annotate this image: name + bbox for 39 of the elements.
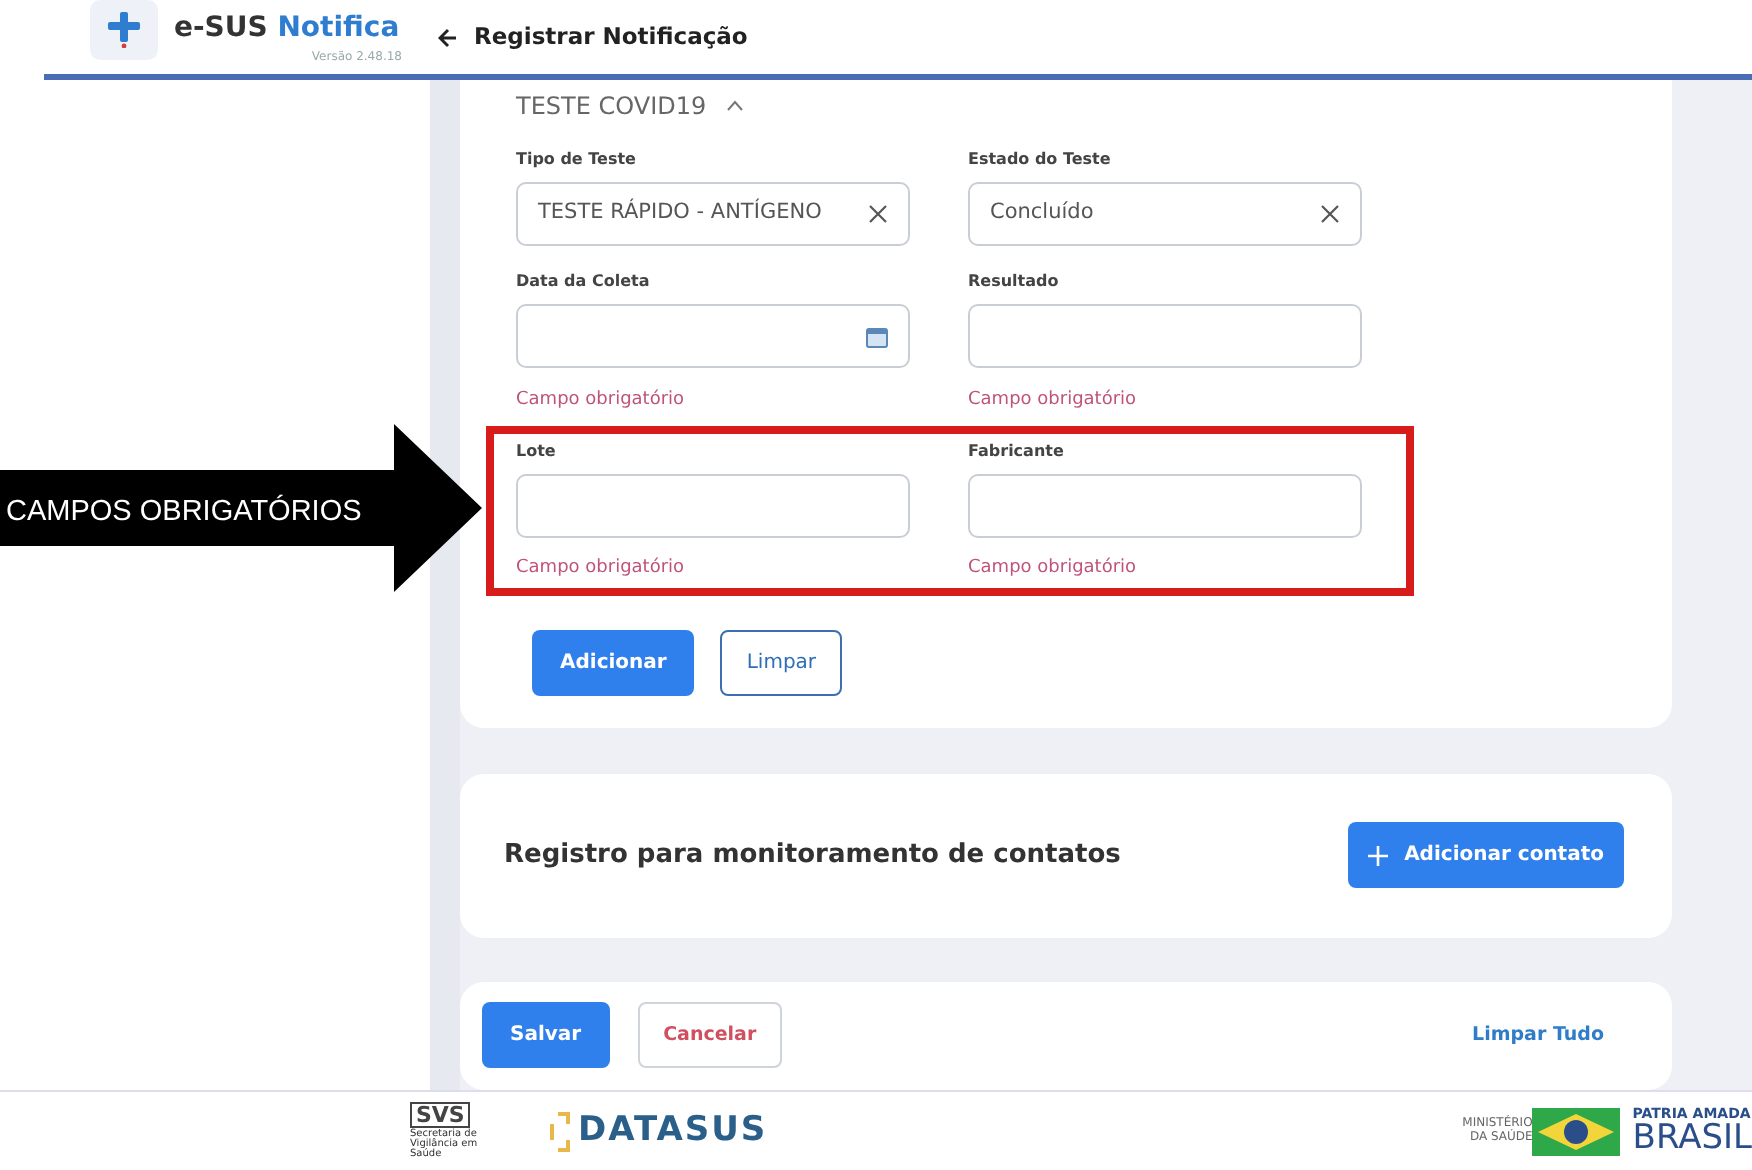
primary-button[interactable]: Salvar [482, 1002, 610, 1069]
field-label: Fabricante [968, 440, 1066, 464]
back-button[interactable] [438, 27, 458, 47]
date-field[interactable] [516, 304, 910, 368]
select-field[interactable]: TESTE RÁPIDO - ANTÍGENO [516, 182, 910, 246]
field-label: Tipo de Teste [516, 148, 638, 172]
app-name: e-SUS Notifica [174, 13, 400, 41]
input-field[interactable] [968, 304, 1362, 368]
section-toggle[interactable]: TESTE COVID19 [516, 88, 745, 124]
input-field[interactable] [968, 474, 1362, 538]
error-message: Campo obrigatório [968, 556, 1139, 580]
error-message: Campo obrigatório [516, 388, 687, 412]
logo-text: SVS [410, 1102, 471, 1128]
select-field[interactable]: Concluído [968, 182, 1362, 246]
page-title: Registrar Notificação [474, 19, 748, 54]
link-button[interactable]: Limpar Tudo [1472, 1021, 1604, 1050]
clear-icon[interactable] [868, 204, 888, 224]
error-message: Campo obrigatório [968, 388, 1139, 412]
field-label: Resultado [968, 270, 1061, 294]
outline-button[interactable]: Limpar [720, 630, 843, 696]
section-title: Registro para monitoramento de contatos [504, 838, 1121, 875]
field-label: Lote [516, 440, 558, 464]
field-label: Data da Coleta [516, 270, 652, 294]
flag-logo-icon [1532, 1107, 1621, 1155]
calendar-icon[interactable] [866, 325, 888, 347]
plus-logo-icon [108, 11, 140, 47]
plus-icon [1368, 845, 1389, 866]
field-label: Estado do Teste [968, 148, 1113, 172]
error-message: Campo obrigatório [516, 556, 687, 580]
logo-text: BRASIL [1632, 1121, 1752, 1155]
add-contact-button[interactable]: Adicionar contato [1348, 822, 1624, 889]
logo-text: DATASUS [578, 1107, 768, 1154]
primary-button[interactable]: Adicionar [532, 630, 695, 696]
callout-label: CAMPOS OBRIGATÓRIOS [6, 492, 362, 532]
cancel-button[interactable]: Cancelar [637, 1002, 783, 1069]
chevron-up-icon [726, 100, 745, 112]
clear-icon[interactable] [1320, 204, 1340, 224]
input-field[interactable] [516, 474, 910, 538]
back-arrow-icon [438, 27, 458, 47]
